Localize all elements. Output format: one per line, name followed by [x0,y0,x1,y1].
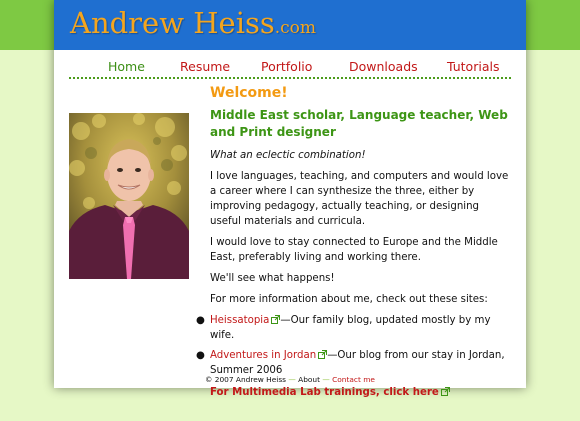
main-content: Welcome! Middle East scholar, Language t… [196,84,510,406]
eclectic-text: What an eclectic combination! [210,150,366,161]
welcome-heading: Welcome! [210,85,288,101]
multimedia-lab-link[interactable]: For Multimedia Lab trainings, click here [210,387,439,398]
footer-separator: — [320,375,333,384]
europe-paragraph: I would love to stay connected to Europe… [210,237,498,263]
multimedia-lab-paragraph: For Multimedia Lab trainings, click here [210,385,510,400]
nav-home[interactable]: Home [108,59,145,75]
site-header: Andrew Heiss.com [54,0,526,50]
main-nav: Home Resume Portfolio Downloads Tutorial… [69,59,511,79]
see-what-happens-text: We'll see what happens! [210,273,335,284]
nav-resume[interactable]: Resume [180,59,230,75]
page-container: Andrew Heiss.com Home Resume Portfolio D… [54,0,526,398]
footer-contact-link[interactable]: Contact me [332,375,375,384]
bullet-icon: ● [196,350,205,361]
site-links-list: ● Heissatopia —Our family blog, updated m… [196,313,510,378]
intro-paragraph: I love languages, teaching, and computer… [210,171,509,227]
nav-tutorials[interactable]: Tutorials [447,59,499,75]
heissatopia-link[interactable]: Heissatopia [210,315,269,326]
external-link-icon [318,350,328,359]
footer-separator: — [286,375,299,384]
copyright-text: © 2007 Andrew Heiss [205,375,287,384]
profile-photo [69,113,189,279]
adventures-jordan-link[interactable]: Adventures in Jordan [210,350,316,361]
more-info-text: For more information about me, check out… [210,294,488,305]
list-item: ● Adventures in Jordan —Our blog from our… [196,348,510,378]
site-footer: © 2007 Andrew Heiss — About — Contact me [54,375,526,385]
footer-about-link[interactable]: About [298,375,320,384]
bullet-icon: ● [196,315,205,326]
nav-portfolio[interactable]: Portfolio [261,59,312,75]
logo-name: Andrew Heiss [70,6,275,40]
external-link-icon [440,387,450,396]
nav-downloads[interactable]: Downloads [349,59,418,75]
site-logo[interactable]: Andrew Heiss.com [70,5,316,46]
tagline-heading: Middle East scholar, Language teacher, W… [210,108,508,139]
logo-tld: .com [274,18,317,38]
list-item: ● Heissatopia —Our family blog, updated m… [196,313,510,343]
